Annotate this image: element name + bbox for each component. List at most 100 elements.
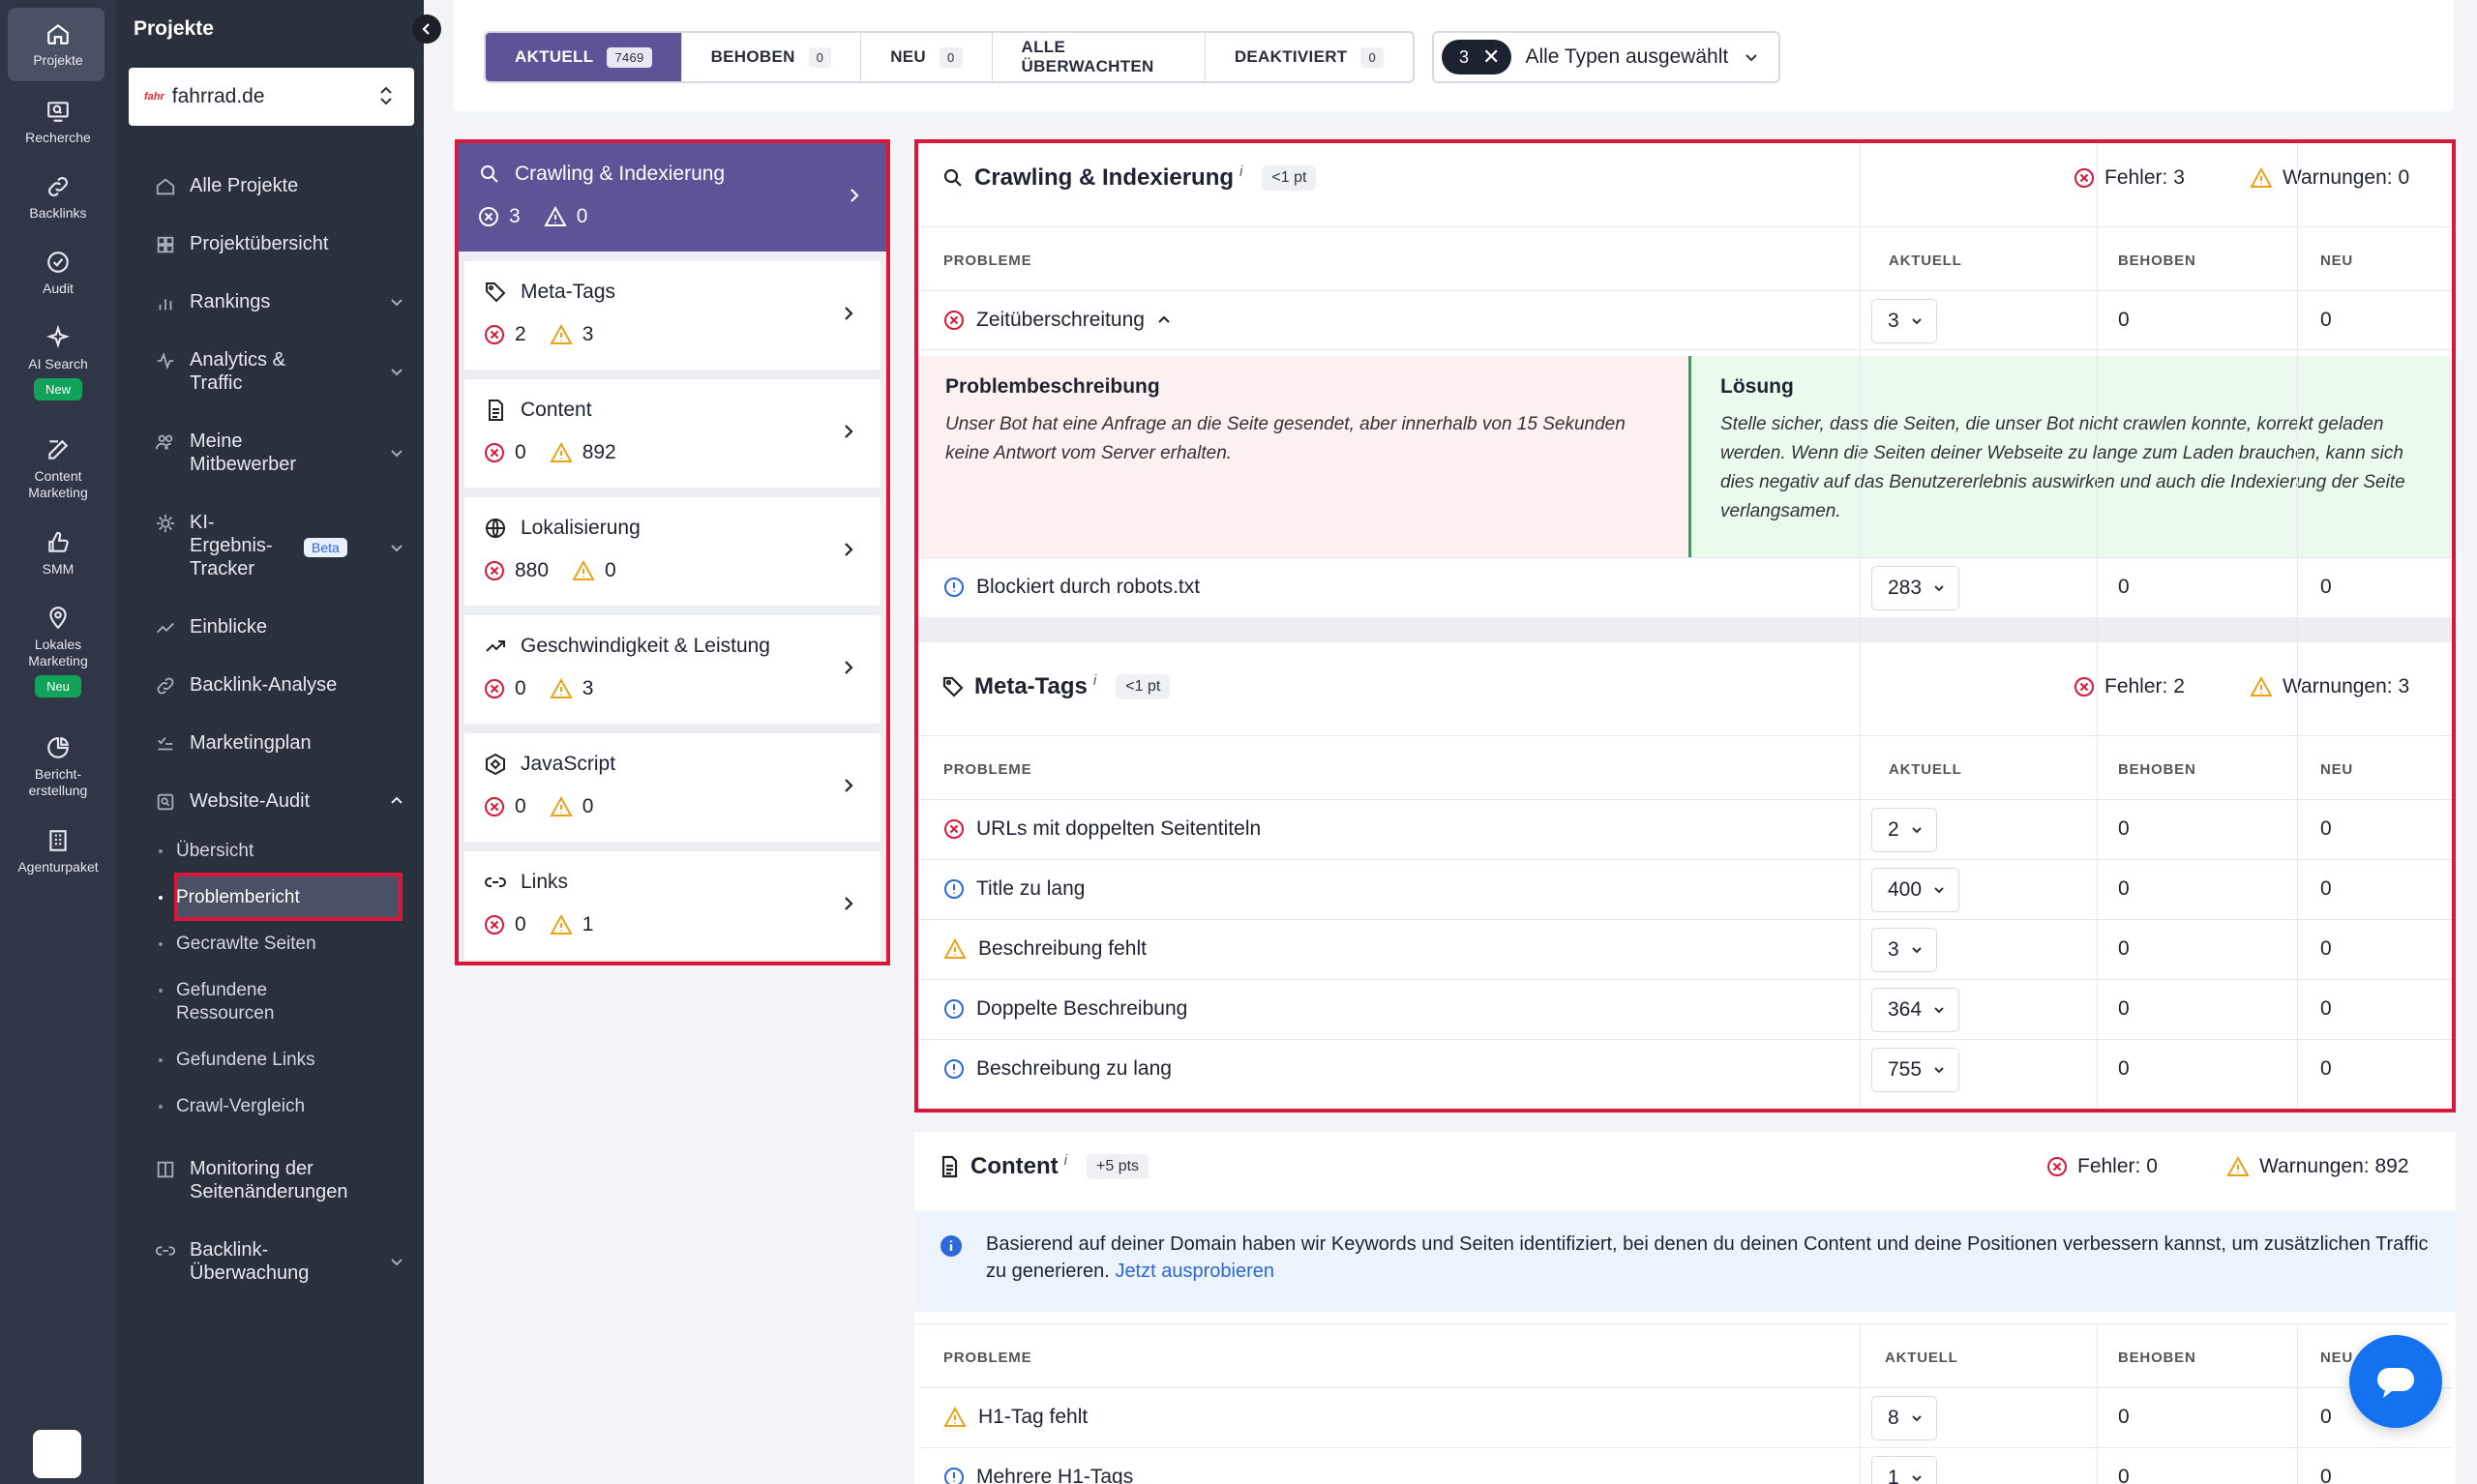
current-count-dropdown[interactable]: 2 [1871,808,1937,852]
sub-crawled-pages[interactable]: Gecrawlte Seiten [159,933,316,956]
category-speed[interactable]: Geschwindigkeit & Leistung 0 3 [464,615,880,724]
nav-project-overview[interactable]: Projektübersicht [153,232,404,255]
current-count: 755 [1888,1058,1923,1081]
sub-found-resources[interactable]: Gefundene Ressourcen [159,979,312,1025]
nav-competitors[interactable]: Meine Mitbewerber [153,430,337,476]
rail-smm[interactable]: SMM [0,530,116,578]
current-count: 8 [1888,1407,1899,1429]
chevron-down-icon [1934,1007,1944,1014]
js-icon [486,753,505,776]
nav-website-audit[interactable]: Website-Audit [153,789,404,813]
section-header-meta: Meta-Tags i <1 pt Fehler: 2 Warnungen: 3 [918,652,2452,722]
new-count: 0 [2320,997,2332,1020]
table-row[interactable]: Blockiert durch robots.txt 283 0 0 [918,557,2452,617]
collapse-sidebar-button[interactable] [412,15,441,44]
rail-backlinks[interactable]: Backlinks [0,174,116,222]
link-icon [48,177,68,196]
bar-chart-icon [159,299,172,311]
tab-all-monitored[interactable]: ALLE ÜBERWACHTEN [993,33,1206,81]
nav-backlink-analysis[interactable]: Backlink-Analyse [153,673,404,697]
bullet [159,1058,163,1062]
clear-icon[interactable]: ✕ [1482,45,1500,70]
issue-name: Beschreibung fehlt [943,937,1147,961]
issue-name: H1-Tag fehlt [943,1406,1088,1429]
nav-analytics-traffic[interactable]: Analytics & Traffic [153,348,337,395]
user-avatar[interactable] [33,1430,81,1478]
table-row[interactable]: Title zu lang 400 0 0 [918,859,2452,919]
info-tooltip-icon[interactable]: i [1239,163,1242,180]
rail-reporting[interactable]: Bericht-erstellung [0,735,116,799]
current-count-dropdown[interactable]: 3 [1871,928,1937,972]
current-count: 1 [1888,1467,1899,1484]
chevron-down-icon[interactable] [389,364,404,379]
link-icon [157,677,174,695]
tab-deactivated[interactable]: DEAKTIVIERT 0 [1206,33,1413,81]
category-links[interactable]: Links 0 1 [464,851,880,960]
category-javascript[interactable]: JavaScript 0 0 [464,733,880,842]
table-row[interactable]: Mehrere H1-Tags 1 0 0 [918,1447,2452,1484]
table-row[interactable]: Zeitüberschreitung 3 0 0 [918,290,2452,350]
sub-overview[interactable]: Übersicht [159,840,254,863]
sub-crawl-comparison[interactable]: Crawl-Vergleich [159,1095,305,1118]
tab-count: 0 [1360,46,1384,68]
rail-audit[interactable]: Audit [0,250,116,297]
nav-rankings[interactable]: Rankings [153,290,404,313]
new-count: 0 [2320,937,2332,960]
tab-fixed[interactable]: BEHOBEN 0 [682,33,862,81]
table-row[interactable]: Doppelte Beschreibung 364 0 0 [918,979,2452,1039]
section-error-count: Fehler: 2 [2074,675,2185,698]
sub-problem-report[interactable]: Problembericht [159,886,300,909]
category-meta-tags[interactable]: Meta-Tags 2 3 [464,261,880,370]
sub-found-links[interactable]: Gefundene Links [159,1049,315,1072]
info-tooltip-icon[interactable]: i [1093,672,1096,689]
current-count-dropdown[interactable]: 8 [1871,1396,1937,1440]
project-selector[interactable]: fahr fahrrad.de [129,68,414,126]
chevron-down-icon[interactable] [389,1254,404,1269]
try-now-link[interactable]: Jetzt ausprobieren [1115,1261,1274,1282]
current-count-dropdown[interactable]: 755 [1871,1048,1960,1092]
nav-ai-tracker[interactable]: KI-Ergebnis-Tracker [153,511,273,580]
rail-content-marketing[interactable]: Content Marketing [0,437,116,501]
info-tooltip-icon[interactable]: i [1064,1152,1067,1169]
tab-new[interactable]: NEU 0 [861,33,993,81]
category-crawling[interactable]: Crawling & Indexierung 3 0 [459,143,886,252]
tab-current[interactable]: AKTUELL 7469 [486,33,682,81]
monitor-search-icon [47,102,69,122]
table-row[interactable]: URLs mit doppelten Seitentiteln 2 0 0 [918,799,2452,859]
table-row[interactable]: H1-Tag fehlt 8 0 0 [918,1387,2452,1447]
table-row[interactable]: Beschreibung fehlt 3 0 0 [918,919,2452,979]
type-filter-dropdown[interactable]: 3 ✕ Alle Typen ausgewählt [1432,31,1780,83]
column-divider [2097,1323,2098,1484]
rail-ai-search[interactable]: AI Search New [0,325,116,401]
location-pin-icon [49,607,67,630]
current-count-dropdown[interactable]: 283 [1871,566,1960,610]
rail-local-marketing[interactable]: Lokales Marketing Neu [0,606,116,697]
category-content[interactable]: Content 0 892 [464,379,880,488]
chevron-down-icon[interactable] [389,540,404,555]
table-row[interactable]: Beschreibung zu lang 755 0 0 [918,1039,2452,1099]
chat-button[interactable] [2349,1335,2442,1428]
chevron-down-icon[interactable] [389,445,404,460]
category-localization[interactable]: Lokalisierung 880 0 [464,497,880,606]
warning-icon [549,678,573,698]
rail-projects[interactable]: Projekte [0,21,116,69]
current-count-dropdown[interactable]: 400 [1871,868,1960,912]
problem-description-title: Problembeschreibung [945,375,1160,398]
chevron-up-icon[interactable] [1156,312,1172,328]
current-count-dropdown[interactable]: 364 [1871,988,1960,1032]
nav-all-projects[interactable]: Alle Projekte [153,174,404,197]
nav-insights[interactable]: Einblicke [153,615,404,638]
nav-backlink-monitoring[interactable]: Backlink-Überwachung [153,1238,337,1285]
nav-label: Alle Projekte [190,175,299,196]
current-count-dropdown[interactable]: 3 [1871,299,1937,343]
current-count-dropdown[interactable]: 1 [1871,1456,1937,1484]
nav-page-monitoring[interactable]: Monitoring der Seitenänderungen [153,1157,375,1203]
nav-label: Projektübersicht [190,233,329,254]
rail-research[interactable]: Recherche [0,99,116,146]
col-fixed: BEHOBEN [2118,252,2196,269]
issue-name: Doppelte Beschreibung [943,997,1187,1021]
issue-label: Mehrere H1-Tags [976,1466,1134,1484]
rail-agency[interactable]: Agenturpaket [0,828,116,876]
nav-marketing-plan[interactable]: Marketingplan [153,731,404,755]
section-title: Meta-Tags i <1 pt [941,672,1171,700]
